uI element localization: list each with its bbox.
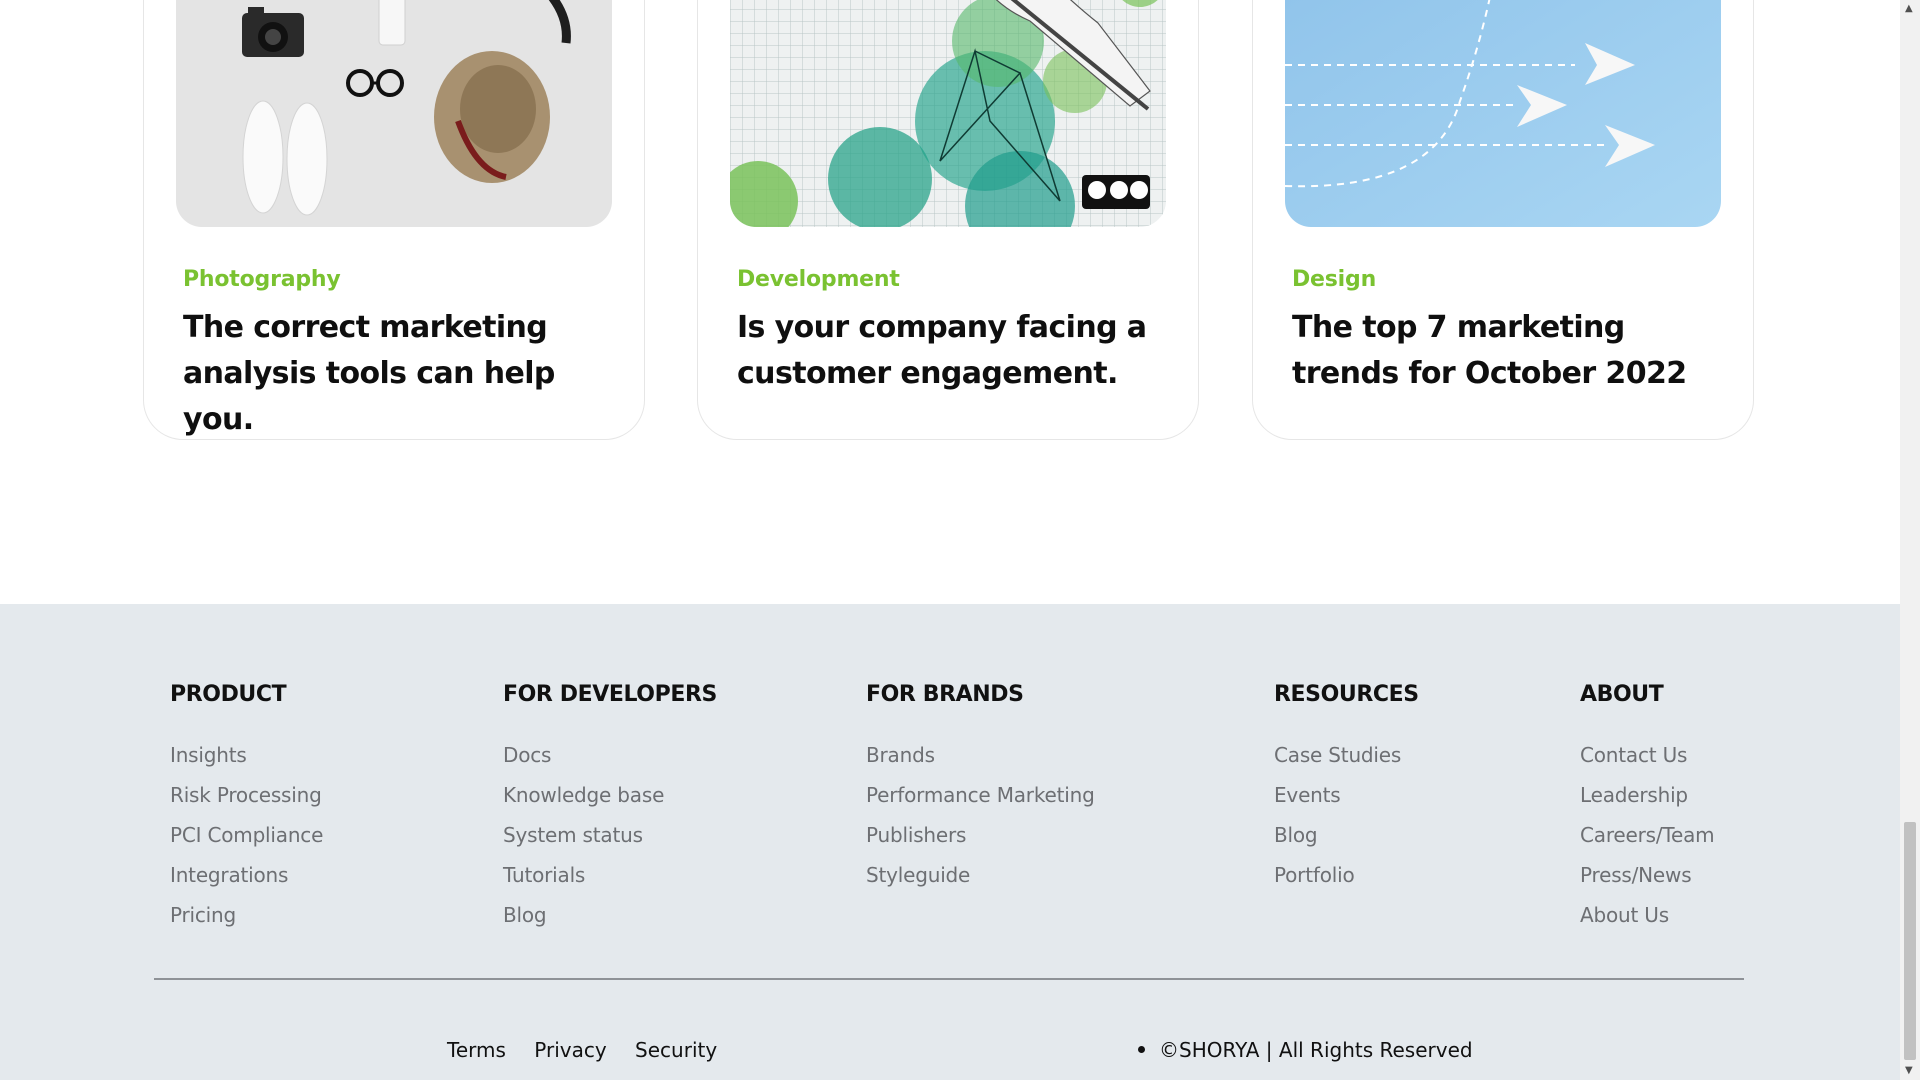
blog-cards-section: Photography The correct marketing analys…: [0, 0, 1900, 604]
footer-link-portfolio[interactable]: Portfolio: [1274, 855, 1419, 895]
card-title[interactable]: The correct marketing analysis tools can…: [183, 305, 623, 443]
footer-link-blog[interactable]: Blog: [503, 895, 717, 935]
site-footer: PRODUCT Insights Risk Processing PCI Com…: [0, 604, 1900, 1080]
footer-link-about-us[interactable]: About Us: [1580, 895, 1714, 935]
footer-column-heading: RESOURCES: [1274, 682, 1419, 707]
footer-link-docs[interactable]: Docs: [503, 735, 717, 775]
footer-link-pricing[interactable]: Pricing: [170, 895, 323, 935]
card-category[interactable]: Design: [1292, 267, 1376, 292]
footer-link-risk-processing[interactable]: Risk Processing: [170, 775, 323, 815]
footer-link-knowledge-base[interactable]: Knowledge base: [503, 775, 717, 815]
footer-link-security[interactable]: Security: [635, 1038, 717, 1062]
card-category[interactable]: Photography: [183, 267, 341, 292]
footer-link-terms[interactable]: Terms: [447, 1038, 506, 1062]
card-title[interactable]: The top 7 marketing trends for October 2…: [1292, 305, 1732, 397]
footer-column-for-developers: FOR DEVELOPERS Docs Knowledge base Syste…: [503, 682, 717, 935]
footer-link-events[interactable]: Events: [1274, 775, 1419, 815]
scrollbar-thumb[interactable]: [1904, 822, 1916, 1060]
footer-link-press-news[interactable]: Press/News: [1580, 855, 1714, 895]
footer-link-careers-team[interactable]: Careers/Team: [1580, 815, 1715, 855]
footer-legal-links: Terms Privacy Security: [447, 1038, 739, 1062]
flatlay-photography-image: [176, 0, 612, 227]
footer-link-integrations[interactable]: Integrations: [170, 855, 323, 895]
scroll-down-arrow-icon[interactable]: ▼: [1905, 1066, 1913, 1076]
footer-divider: [154, 978, 1744, 980]
bullet-icon: [1138, 1046, 1145, 1053]
blog-card-design[interactable]: Design The top 7 marketing trends for Oc…: [1252, 0, 1754, 440]
blog-card-development[interactable]: Development Is your company facing a cus…: [697, 0, 1199, 440]
copyright-notice: ©SHORYA | All Rights Reserved: [1138, 1038, 1473, 1062]
footer-link-insights[interactable]: Insights: [170, 735, 323, 775]
footer-link-performance-marketing[interactable]: Performance Marketing: [866, 775, 1095, 815]
footer-column-heading: PRODUCT: [170, 682, 287, 707]
footer-column-product: PRODUCT Insights Risk Processing PCI Com…: [170, 682, 323, 935]
footer-column-about: ABOUT Contact Us Leadership Careers/Team…: [1580, 682, 1715, 935]
footer-link-brands[interactable]: Brands: [866, 735, 1095, 775]
card-image-development[interactable]: [730, 0, 1166, 227]
footer-link-tutorials[interactable]: Tutorials: [503, 855, 717, 895]
footer-link-blog[interactable]: Blog: [1274, 815, 1419, 855]
footer-link-publishers[interactable]: Publishers: [866, 815, 1095, 855]
footer-link-styleguide[interactable]: Styleguide: [866, 855, 1095, 895]
scroll-up-arrow-icon[interactable]: ▲: [1905, 4, 1913, 14]
footer-column-heading: FOR DEVELOPERS: [503, 682, 717, 707]
footer-column-heading: FOR BRANDS: [866, 682, 1024, 707]
paper-planes-design-image: [1285, 0, 1721, 227]
card-title[interactable]: Is your company facing a customer engage…: [737, 305, 1177, 397]
footer-link-case-studies[interactable]: Case Studies: [1274, 735, 1419, 775]
sketch-grid-development-image: [730, 0, 1166, 227]
footer-link-pci-compliance[interactable]: PCI Compliance: [170, 815, 323, 855]
footer-link-privacy[interactable]: Privacy: [534, 1038, 606, 1062]
footer-link-contact-us[interactable]: Contact Us: [1580, 735, 1714, 775]
blog-card-photography[interactable]: Photography The correct marketing analys…: [143, 0, 645, 440]
footer-link-leadership[interactable]: Leadership: [1580, 775, 1714, 815]
vertical-scrollbar[interactable]: ▲ ▼: [1900, 0, 1920, 1080]
footer-column-resources: RESOURCES Case Studies Events Blog Portf…: [1274, 682, 1419, 895]
footer-link-system-status[interactable]: System status: [503, 815, 717, 855]
card-category[interactable]: Development: [737, 267, 900, 292]
card-image-photography[interactable]: [176, 0, 612, 227]
copyright-text: ©SHORYA | All Rights Reserved: [1159, 1038, 1473, 1062]
footer-column-heading: ABOUT: [1580, 682, 1664, 707]
card-image-design[interactable]: [1285, 0, 1721, 227]
footer-column-for-brands: FOR BRANDS Brands Performance Marketing …: [866, 682, 1095, 895]
